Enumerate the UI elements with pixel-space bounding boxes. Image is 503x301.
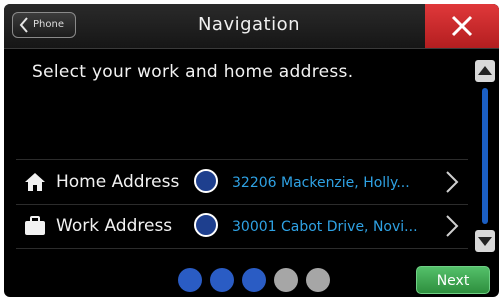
work-location-marker <box>194 213 218 237</box>
close-icon <box>451 15 473 37</box>
instruction-text: Select your work and home address. <box>32 62 354 82</box>
briefcase-icon <box>25 216 45 235</box>
scroll-down-button[interactable] <box>475 230 495 252</box>
work-address-value: 30001 Cabot Drive, Novi... <box>232 219 418 235</box>
display-bezel: Phone Navigation Select your work and ho… <box>0 0 503 301</box>
page-dot <box>242 268 266 292</box>
page-indicator <box>178 268 338 292</box>
arrow-up-icon <box>478 66 492 75</box>
home-icon <box>25 173 45 191</box>
scroll-up-button[interactable] <box>475 60 495 82</box>
home-address-label: Home Address <box>56 172 180 192</box>
chevron-left-icon <box>19 17 28 33</box>
work-address-row[interactable]: Work Address 30001 Cabot Drive, Novi... <box>16 204 468 249</box>
back-button[interactable]: Phone <box>12 12 76 38</box>
work-address-label: Work Address <box>56 216 173 236</box>
chevron-right-icon <box>446 215 459 237</box>
scrollbar-track[interactable] <box>482 88 488 224</box>
home-location-marker <box>194 169 218 193</box>
page-dot <box>178 268 202 292</box>
page-dot <box>306 268 330 292</box>
home-address-value: 32206 Mackenzie, Holly... <box>232 175 410 191</box>
header-bar: Phone Navigation <box>4 4 499 49</box>
page-dot <box>210 268 234 292</box>
next-button[interactable]: Next <box>416 266 490 294</box>
back-button-label: Phone <box>33 19 64 30</box>
home-address-row[interactable]: Home Address 32206 Mackenzie, Holly... <box>16 159 468 205</box>
infotainment-screen: Phone Navigation Select your work and ho… <box>4 4 499 297</box>
arrow-down-icon <box>478 237 492 246</box>
close-button[interactable] <box>425 4 499 48</box>
page-title: Navigation <box>197 14 301 35</box>
chevron-right-icon <box>446 171 459 193</box>
page-dot <box>274 268 298 292</box>
